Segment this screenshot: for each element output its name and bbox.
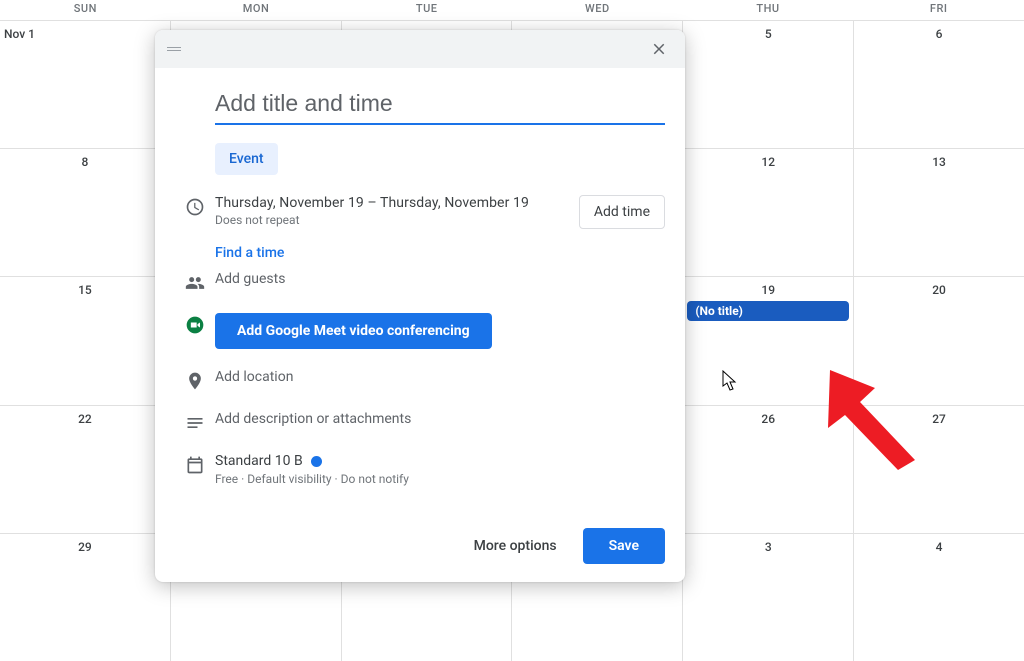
calendar-sub-text: Free · Default visibility · Do not notif… bbox=[215, 472, 665, 486]
date-number: 15 bbox=[0, 277, 170, 297]
add-location-placeholder: Add location bbox=[215, 369, 665, 385]
day-cell[interactable]: 13 bbox=[854, 149, 1024, 276]
day-cell[interactable]: 22 bbox=[0, 406, 171, 533]
dialog-footer: More options Save bbox=[155, 514, 685, 582]
description-icon bbox=[175, 411, 215, 433]
date-number: 19 bbox=[683, 277, 853, 297]
day-header: WED bbox=[512, 0, 683, 20]
dialog-header bbox=[155, 30, 685, 68]
add-time-button[interactable]: Add time bbox=[579, 195, 665, 229]
guests-row[interactable]: Add guests bbox=[175, 261, 665, 303]
day-header: SUN bbox=[0, 0, 171, 20]
day-cell[interactable]: 4 bbox=[854, 534, 1024, 661]
date-number: 6 bbox=[854, 21, 1024, 41]
day-cell[interactable]: 15 bbox=[0, 277, 171, 404]
date-number: 22 bbox=[0, 406, 170, 426]
day-cell[interactable]: 8 bbox=[0, 149, 171, 276]
meet-row: Add Google Meet video conferencing bbox=[175, 303, 665, 359]
day-cell[interactable]: 3 bbox=[683, 534, 854, 661]
date-number: 3 bbox=[683, 534, 853, 554]
more-options-button[interactable]: More options bbox=[468, 537, 563, 555]
location-icon bbox=[175, 369, 215, 391]
date-number: 12 bbox=[683, 149, 853, 169]
mouse-cursor-icon bbox=[722, 370, 738, 392]
add-guests-placeholder: Add guests bbox=[215, 271, 665, 287]
add-google-meet-button[interactable]: Add Google Meet video conferencing bbox=[215, 313, 492, 349]
people-icon bbox=[175, 271, 215, 293]
day-cell[interactable]: 29 bbox=[0, 534, 171, 661]
location-row[interactable]: Add location bbox=[175, 359, 665, 401]
day-cell[interactable]: Nov 1 bbox=[0, 21, 171, 148]
date-number: 13 bbox=[854, 149, 1024, 169]
calendar-icon bbox=[175, 453, 215, 475]
dialog-body: Event Thursday, November 19 – Thursday, … bbox=[155, 68, 685, 514]
date-range-text[interactable]: Thursday, November 19 – Thursday, Novemb… bbox=[215, 195, 567, 227]
save-button[interactable]: Save bbox=[583, 528, 665, 564]
drag-handle-icon[interactable] bbox=[167, 43, 187, 55]
event-title-input[interactable] bbox=[215, 86, 665, 125]
day-cell[interactable]: 6 bbox=[854, 21, 1024, 148]
day-header: THU bbox=[683, 0, 854, 20]
day-header: MON bbox=[171, 0, 342, 20]
close-icon bbox=[650, 40, 668, 58]
event-chip[interactable]: (No title) bbox=[687, 301, 849, 321]
date-number: 5 bbox=[683, 21, 853, 41]
date-number: 20 bbox=[854, 277, 1024, 297]
date-number: 4 bbox=[854, 534, 1024, 554]
day-cell[interactable]: 5 bbox=[683, 21, 854, 148]
close-button[interactable] bbox=[645, 35, 673, 63]
date-number: 29 bbox=[0, 534, 170, 554]
time-row: Thursday, November 19 – Thursday, Novemb… bbox=[175, 185, 665, 239]
google-meet-icon bbox=[175, 313, 215, 335]
event-type-chip[interactable]: Event bbox=[215, 143, 278, 175]
calendar-row[interactable]: Standard 10 B Free · Default visibility … bbox=[175, 443, 665, 496]
add-description-placeholder: Add description or attachments bbox=[215, 411, 665, 427]
clock-icon bbox=[175, 195, 215, 217]
description-row[interactable]: Add description or attachments bbox=[175, 401, 665, 443]
date-number: Nov 1 bbox=[0, 21, 170, 41]
day-header: TUE bbox=[341, 0, 512, 20]
day-header: FRI bbox=[853, 0, 1024, 20]
annotation-arrow-icon bbox=[820, 360, 940, 480]
date-number: 8 bbox=[0, 149, 170, 169]
quick-add-event-dialog: Event Thursday, November 19 – Thursday, … bbox=[155, 30, 685, 582]
day-header-row: SUNMONTUEWEDTHUFRI bbox=[0, 0, 1024, 20]
calendar-color-dot bbox=[311, 456, 322, 467]
day-cell[interactable]: 12 bbox=[683, 149, 854, 276]
find-a-time-link[interactable]: Find a time bbox=[215, 245, 284, 261]
calendar-name: Standard 10 B bbox=[215, 453, 303, 469]
